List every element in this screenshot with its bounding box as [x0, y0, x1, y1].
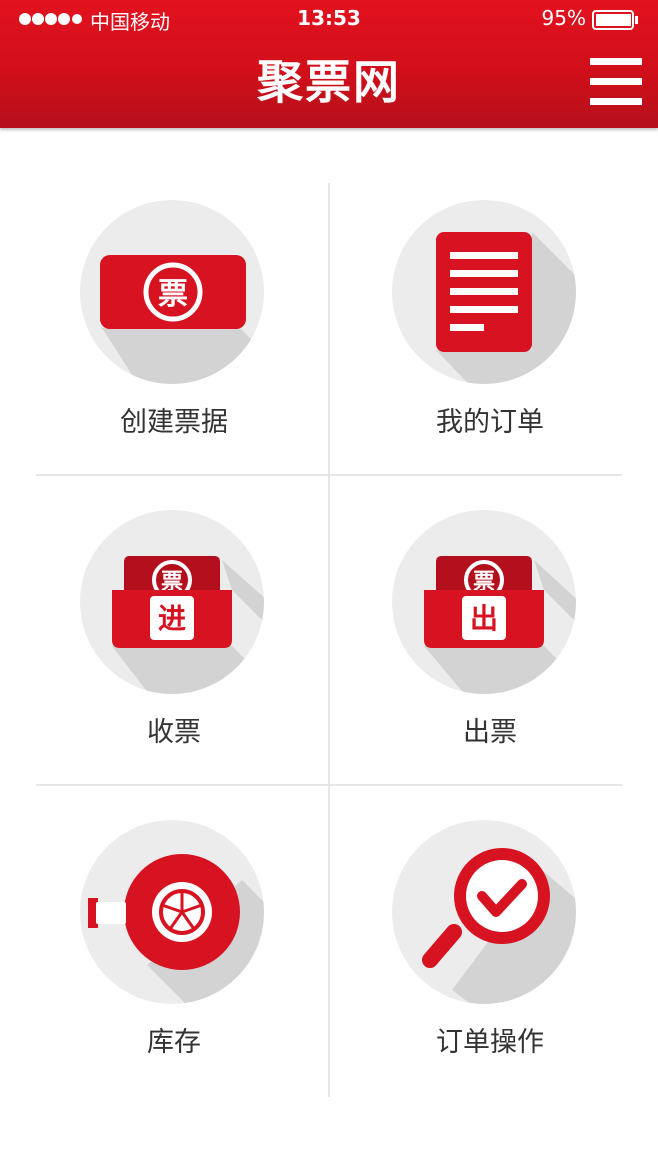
page-title: 聚票网: [257, 55, 401, 109]
inventory-icon: [80, 820, 264, 1004]
tile-label: 订单操作: [436, 1027, 544, 1058]
tile-create-ticket[interactable]: 票 创建票据: [24, 200, 324, 490]
tile-my-orders[interactable]: 我的订单: [340, 200, 640, 490]
status-bar: 中国移动 13:53 95%: [0, 0, 658, 38]
tile-label: 收票: [147, 717, 201, 748]
tile-label: 出票: [463, 717, 517, 748]
order-list-icon: [392, 200, 576, 384]
issue-ticket-icon: 票 出: [392, 510, 576, 694]
order-search-check-icon: [392, 820, 576, 1004]
tile-label: 创建票据: [120, 407, 228, 438]
ticket-stamp-char: 票: [158, 277, 188, 312]
tile-order-operations[interactable]: 订单操作: [340, 820, 640, 1110]
create-ticket-icon: 票: [80, 200, 264, 384]
receive-ticket-icon: 票 进: [80, 510, 264, 694]
grid-divider-vertical: [328, 183, 330, 1097]
menu-bar: [590, 98, 642, 105]
app-header: 中国移动 13:53 95% 聚票网: [0, 0, 658, 128]
menu-bar: [590, 78, 642, 85]
battery-percent: 95%: [541, 6, 586, 30]
tile-label: 库存: [147, 1027, 201, 1058]
receive-char: 进: [158, 602, 186, 635]
tile-issue-ticket[interactable]: 票 出 出票: [340, 510, 640, 800]
battery-icon: [592, 10, 638, 30]
menu-bar: [590, 58, 642, 65]
tile-receive-ticket[interactable]: 票 进 收票: [24, 510, 324, 800]
tile-inventory[interactable]: 库存: [24, 820, 324, 1110]
tile-label: 我的订单: [436, 407, 544, 438]
hamburger-menu-button[interactable]: [590, 58, 642, 106]
issue-char: 出: [470, 602, 498, 635]
